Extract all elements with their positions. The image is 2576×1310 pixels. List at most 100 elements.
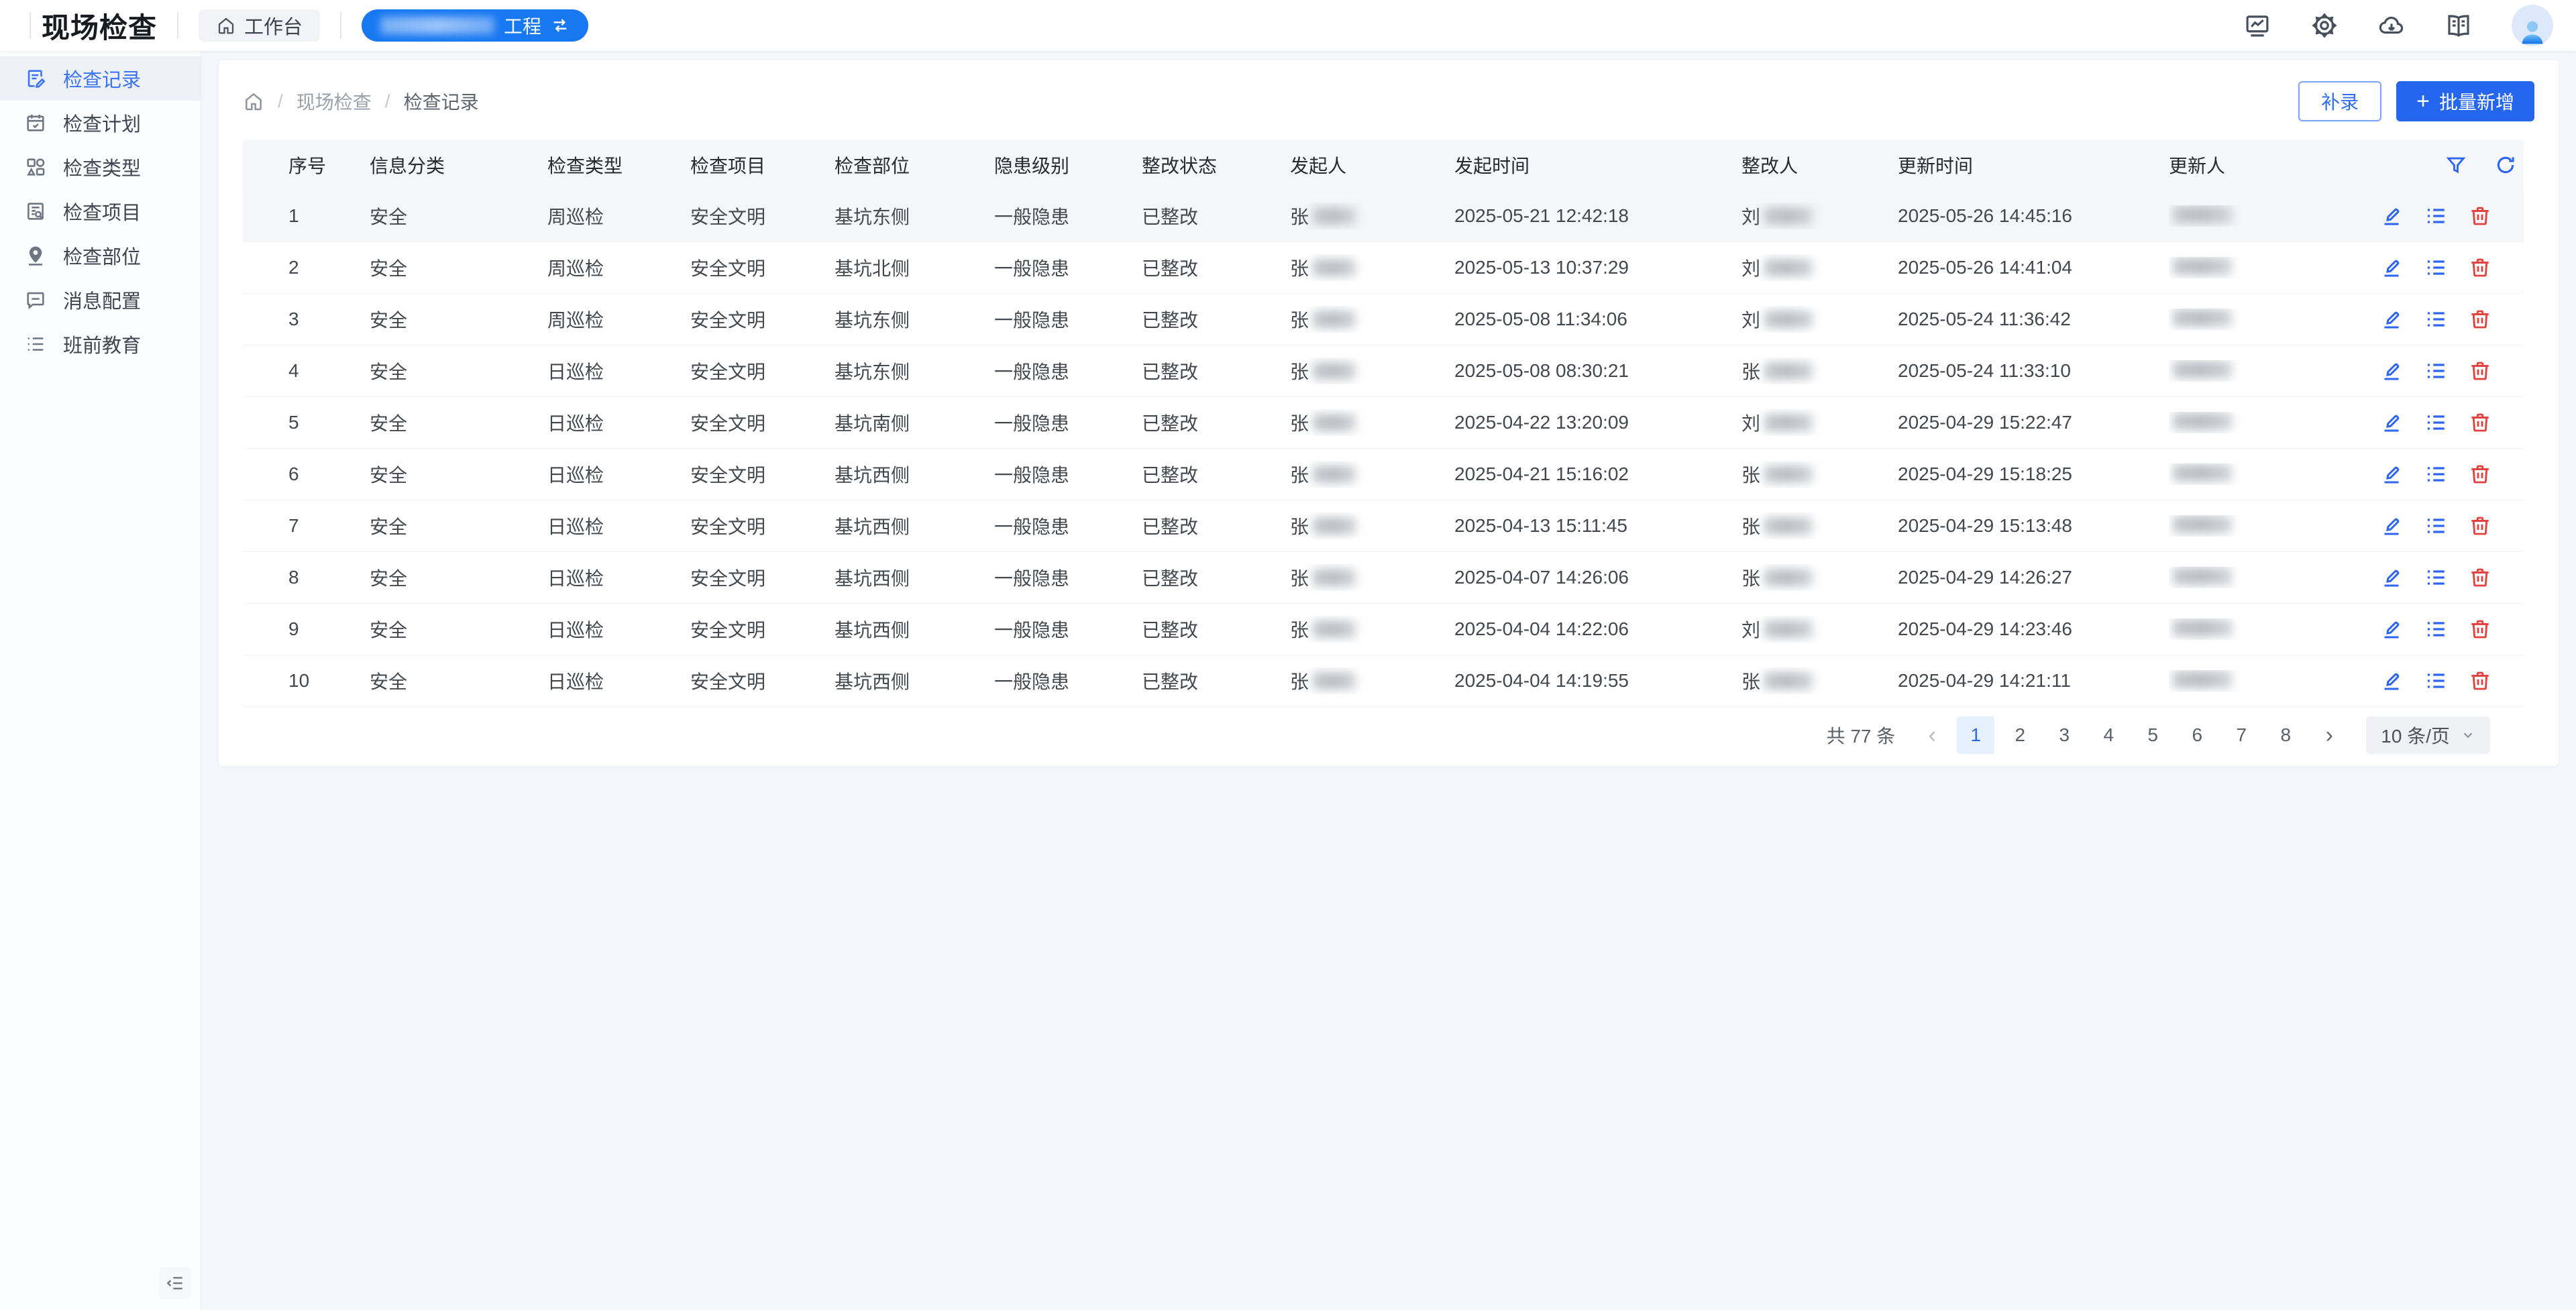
cell-level: 一般隐患: [994, 667, 1142, 694]
table-row[interactable]: 6安全日巡检安全文明基坑西侧一般隐患已整改张2025-04-21 15:16:0…: [243, 449, 2524, 500]
project-switcher[interactable]: 工程: [362, 9, 588, 42]
detail-list-icon[interactable]: [2424, 669, 2448, 693]
table-row[interactable]: 8安全日巡检安全文明基坑西侧一般隐患已整改张2025-04-07 14:26:0…: [243, 552, 2524, 604]
sidebar-item-inspection-locations[interactable]: 检查部位: [0, 233, 201, 278]
detail-list-icon[interactable]: [2424, 204, 2448, 228]
table-row[interactable]: 10安全日巡检安全文明基坑西侧一般隐患已整改张2025-04-04 14:19:…: [243, 655, 2524, 707]
sidebar-item-pre-shift-education[interactable]: 班前教育: [0, 322, 201, 366]
document-edit-icon: [24, 67, 47, 90]
sidebar-item-inspection-types[interactable]: 检查类型: [0, 145, 201, 189]
page-button-8[interactable]: 8: [2267, 716, 2304, 754]
page-button-5[interactable]: 5: [2134, 716, 2171, 754]
col-header-type: 检查类型: [547, 152, 690, 178]
dashboard-icon[interactable]: [2243, 11, 2271, 40]
list-icon: [24, 333, 47, 356]
delete-icon[interactable]: [2468, 617, 2492, 641]
home-icon[interactable]: [243, 91, 264, 112]
detail-list-icon[interactable]: [2424, 462, 2448, 486]
page-size-select[interactable]: 10 条/页: [2366, 716, 2490, 754]
edit-icon[interactable]: [2379, 359, 2404, 383]
refresh-icon[interactable]: [2494, 154, 2517, 176]
next-page-button[interactable]: ›: [2311, 717, 2347, 753]
page-button-2[interactable]: 2: [2001, 716, 2039, 754]
masked-text: [1764, 672, 1813, 690]
cell-initiator: 张: [1290, 667, 1454, 694]
sidebar-item-inspection-items[interactable]: 检查项目: [0, 189, 201, 233]
cell-status: 已整改: [1142, 358, 1290, 384]
cloud-download-icon[interactable]: [2377, 11, 2406, 40]
detail-list-icon[interactable]: [2424, 514, 2448, 538]
message-icon: [24, 288, 47, 311]
sidebar-collapse-icon[interactable]: [159, 1267, 191, 1299]
breadcrumb-level1[interactable]: 现场检查: [297, 88, 372, 115]
delete-icon[interactable]: [2468, 204, 2492, 228]
row-actions: [2370, 514, 2524, 538]
edit-icon[interactable]: [2379, 411, 2404, 435]
page-button-3[interactable]: 3: [2045, 716, 2083, 754]
detail-list-icon[interactable]: [2424, 411, 2448, 435]
workbench-button[interactable]: 工作台: [199, 9, 320, 42]
cell-rectifier: 张: [1741, 358, 1898, 384]
edit-icon[interactable]: [2379, 256, 2404, 280]
table-row[interactable]: 9安全日巡检安全文明基坑西侧一般隐患已整改张2025-04-04 14:22:0…: [243, 604, 2524, 655]
cell-item: 安全文明: [690, 203, 835, 229]
sidebar-item-inspection-plans[interactable]: 检查计划: [0, 101, 201, 145]
cell-part: 基坑东侧: [835, 306, 994, 333]
cell-update-time: 2025-04-29 15:18:25: [1898, 463, 2169, 485]
col-header-level: 隐患级别: [994, 152, 1142, 178]
cell-seq: 5: [243, 412, 370, 433]
cell-type: 日巡检: [547, 564, 690, 591]
delete-icon[interactable]: [2468, 256, 2492, 280]
avatar[interactable]: [2512, 5, 2553, 46]
cell-type: 日巡检: [547, 616, 690, 643]
edit-icon[interactable]: [2379, 307, 2404, 331]
sidebar-item-message-config[interactable]: 消息配置: [0, 278, 201, 322]
detail-list-icon[interactable]: [2424, 307, 2448, 331]
cell-level: 一般隐患: [994, 616, 1142, 643]
page-button-7[interactable]: 7: [2222, 716, 2260, 754]
detail-list-icon[interactable]: [2424, 565, 2448, 590]
cell-status: 已整改: [1142, 461, 1290, 488]
table-row[interactable]: 1安全周巡检安全文明基坑东侧一般隐患已整改张2025-05-21 12:42:1…: [243, 190, 2524, 242]
edit-icon[interactable]: [2379, 462, 2404, 486]
detail-list-icon[interactable]: [2424, 359, 2448, 383]
table-row[interactable]: 4安全日巡检安全文明基坑东侧一般隐患已整改张2025-05-08 08:30:2…: [243, 345, 2524, 397]
cell-update-time: 2025-04-29 15:22:47: [1898, 412, 2169, 433]
cell-initiator: 张: [1290, 461, 1454, 488]
delete-icon[interactable]: [2468, 669, 2492, 693]
backfill-button[interactable]: 补录: [2298, 81, 2381, 121]
masked-text: [2173, 516, 2232, 533]
table-row[interactable]: 3安全周巡检安全文明基坑东侧一般隐患已整改张2025-05-08 11:34:0…: [243, 294, 2524, 345]
sidebar-item-inspection-records[interactable]: 检查记录: [0, 56, 201, 101]
cell-update-time: 2025-04-29 14:23:46: [1898, 618, 2169, 640]
detail-list-icon[interactable]: [2424, 256, 2448, 280]
delete-icon[interactable]: [2468, 565, 2492, 590]
gear-icon[interactable]: [2310, 11, 2339, 40]
edit-icon[interactable]: [2379, 617, 2404, 641]
edit-icon[interactable]: [2379, 565, 2404, 590]
batch-add-button[interactable]: + 批量新增: [2396, 81, 2534, 121]
cell-rectifier: 刘: [1741, 306, 1898, 333]
delete-icon[interactable]: [2468, 514, 2492, 538]
edit-icon[interactable]: [2379, 669, 2404, 693]
table-row[interactable]: 5安全日巡检安全文明基坑南侧一般隐患已整改张2025-04-22 13:20:0…: [243, 397, 2524, 449]
edit-icon[interactable]: [2379, 514, 2404, 538]
page-button-6[interactable]: 6: [2178, 716, 2216, 754]
book-icon[interactable]: [2445, 11, 2473, 40]
detail-list-icon[interactable]: [2424, 617, 2448, 641]
delete-icon[interactable]: [2468, 307, 2492, 331]
edit-icon[interactable]: [2379, 204, 2404, 228]
page-button-4[interactable]: 4: [2090, 716, 2127, 754]
page-button-1[interactable]: 1: [1957, 716, 1994, 754]
cell-updater: [2169, 205, 2370, 227]
table-row[interactable]: 2安全周巡检安全文明基坑北侧一般隐患已整改张2025-05-13 10:37:2…: [243, 242, 2524, 294]
cell-category: 安全: [370, 512, 547, 539]
cell-updater: [2169, 360, 2370, 382]
delete-icon[interactable]: [2468, 411, 2492, 435]
prev-page-button[interactable]: ‹: [1914, 717, 1950, 753]
table-row[interactable]: 7安全日巡检安全文明基坑西侧一般隐患已整改张2025-04-13 15:11:4…: [243, 500, 2524, 552]
delete-icon[interactable]: [2468, 359, 2492, 383]
filter-icon[interactable]: [2445, 154, 2467, 176]
delete-icon[interactable]: [2468, 462, 2492, 486]
sidebar-item-label: 检查项目: [63, 197, 141, 225]
